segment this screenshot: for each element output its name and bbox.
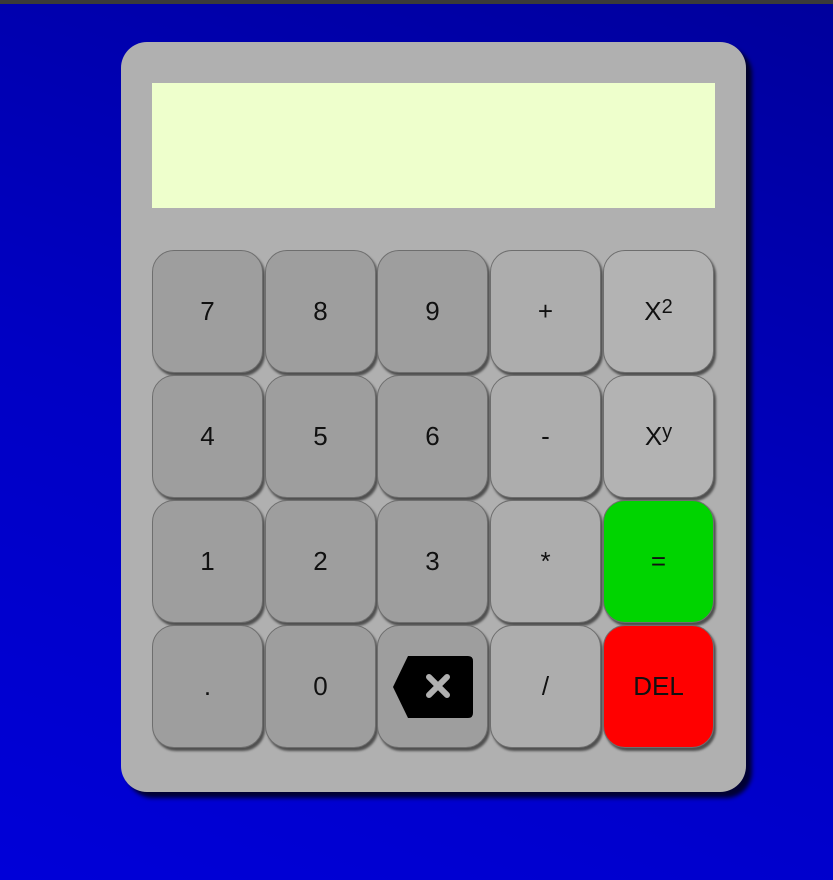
key-8[interactable]: 8 [265, 250, 376, 373]
key-square[interactable]: X2 [603, 250, 714, 373]
key-2[interactable]: 2 [265, 500, 376, 623]
key-6[interactable]: 6 [377, 375, 488, 498]
power-base-label: X [644, 421, 663, 451]
key-4[interactable]: 4 [152, 375, 263, 498]
key-equals[interactable]: = [603, 500, 714, 623]
key-delete[interactable]: DEL [603, 625, 714, 748]
key-power[interactable]: Xy [603, 375, 714, 498]
backspace-icon [392, 655, 474, 719]
square-base-label: X [644, 296, 662, 326]
key-minus[interactable]: - [490, 375, 601, 498]
key-backspace[interactable] [377, 625, 488, 748]
key-multiply[interactable]: * [490, 500, 601, 623]
key-divide[interactable]: / [490, 625, 601, 748]
window-top-border [0, 0, 833, 4]
key-0[interactable]: 0 [265, 625, 376, 748]
calculator-display [152, 83, 715, 208]
keypad: 7 8 9 + X2 4 5 6 - Xy 1 2 3 * = . 0 / DE… [152, 250, 716, 750]
calculator-body: 7 8 9 + X2 4 5 6 - Xy 1 2 3 * = . 0 / DE… [121, 42, 746, 792]
key-1[interactable]: 1 [152, 500, 263, 623]
key-decimal[interactable]: . [152, 625, 263, 748]
power-exponent-label: y [662, 421, 673, 443]
square-exponent-label: 2 [661, 296, 673, 318]
key-5[interactable]: 5 [265, 375, 376, 498]
key-3[interactable]: 3 [377, 500, 488, 623]
key-7[interactable]: 7 [152, 250, 263, 373]
key-9[interactable]: 9 [377, 250, 488, 373]
key-plus[interactable]: + [490, 250, 601, 373]
